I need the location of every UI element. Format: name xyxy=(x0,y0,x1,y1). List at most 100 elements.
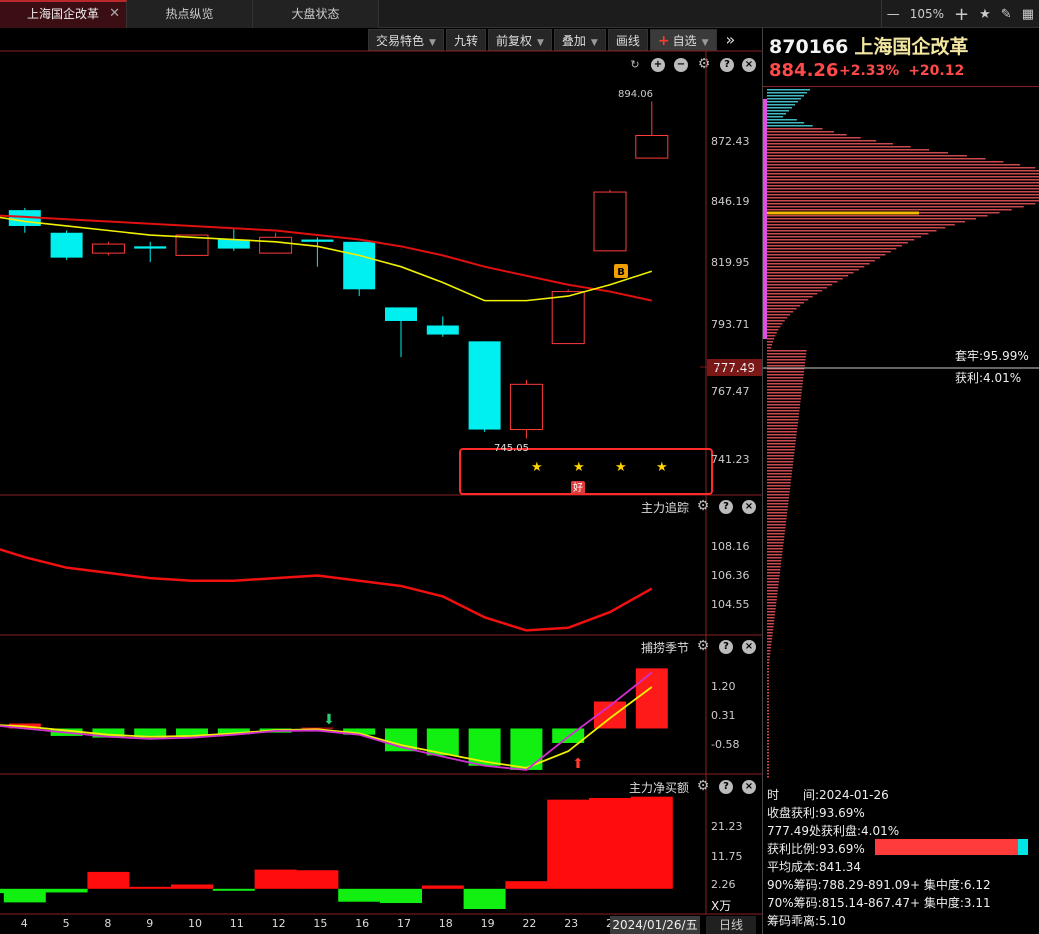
down-arrow-icon: ⬇ xyxy=(323,712,335,728)
candle-body xyxy=(343,241,376,290)
chip-bar xyxy=(767,617,775,619)
close-icon[interactable]: × xyxy=(742,500,756,514)
net-buy-bar xyxy=(505,881,548,889)
net-buy-bar xyxy=(380,888,422,904)
chip-bar xyxy=(767,326,781,328)
x-axis-label: 8 xyxy=(104,917,112,930)
chip-bar xyxy=(767,707,769,709)
x-axis-label: 19 xyxy=(480,917,495,930)
chip-bar xyxy=(767,449,795,451)
panel-axis-label: 11.75 xyxy=(711,850,743,863)
add-icon[interactable]: + xyxy=(954,4,969,25)
chip-bar xyxy=(767,128,823,130)
zoom-level: 105% xyxy=(909,7,945,21)
net-buy-bar xyxy=(254,869,297,889)
gear-icon[interactable]: ⚙ xyxy=(696,779,710,793)
chip-bar xyxy=(767,410,800,412)
profit-ratio-label: 获利:4.01% xyxy=(955,371,1022,385)
x-axis-label: 5 xyxy=(62,917,70,930)
chip-bar xyxy=(767,566,781,568)
chip-distribution-bars xyxy=(767,89,1039,778)
chip-bar xyxy=(767,758,769,760)
chip-bar xyxy=(767,374,804,376)
chip-bar xyxy=(767,719,769,721)
chip-bar xyxy=(767,734,769,736)
chip-range-marker xyxy=(763,99,767,339)
chip-bar xyxy=(767,206,1024,208)
close-icon[interactable]: ✕ xyxy=(109,2,120,26)
close-icon[interactable]: × xyxy=(742,640,756,654)
chip-bar xyxy=(767,161,1004,163)
chip-bar xyxy=(767,287,828,289)
close-icon[interactable]: × xyxy=(742,780,756,794)
chip-bar xyxy=(767,569,781,571)
stat-line: 时 间:2024-01-26 xyxy=(767,788,889,802)
chip-bar xyxy=(767,395,802,397)
chip-bar xyxy=(767,548,783,550)
net-buy-bar xyxy=(421,885,464,889)
chip-bar xyxy=(767,587,779,589)
star-icon: ★ xyxy=(615,460,627,475)
chip-bar xyxy=(767,593,778,595)
help-icon[interactable]: ? xyxy=(719,780,733,794)
chip-bar xyxy=(767,494,790,496)
chip-bar xyxy=(767,665,769,667)
chip-bar xyxy=(767,698,769,700)
chip-bar xyxy=(767,533,785,535)
chip-bar xyxy=(767,488,791,490)
chip-bar xyxy=(767,623,774,625)
chip-bar xyxy=(767,677,769,679)
chip-bar xyxy=(767,683,769,685)
chip-bar xyxy=(767,137,861,139)
chip-bar xyxy=(767,632,773,634)
chip-bar xyxy=(767,116,783,118)
chip-bar xyxy=(767,239,915,241)
chip-bar xyxy=(767,404,801,406)
gear-icon[interactable]: ⚙ xyxy=(696,499,710,513)
layout-icon[interactable]: ▦ xyxy=(1022,7,1034,22)
gear-icon[interactable]: ⚙ xyxy=(696,639,710,653)
chip-bar xyxy=(767,377,804,379)
chart-area[interactable]: 好 B ⬇ ⬆ 777.49 xyxy=(0,28,762,934)
unit-label: X万 xyxy=(711,899,732,913)
chip-bar xyxy=(767,590,778,592)
chip-bar xyxy=(767,743,769,745)
chip-bar xyxy=(767,386,803,388)
trapped-ratio: 套牢:95.99% xyxy=(955,349,1029,363)
period-selector[interactable]: 日线 xyxy=(706,916,756,934)
tab-shanghai-soe-reform[interactable]: 上海国企改革 ✕ xyxy=(0,0,127,28)
panel-title-main-force-tracking: 主力追踪 xyxy=(641,501,690,515)
chip-bar xyxy=(767,773,769,775)
chip-bar xyxy=(767,296,813,298)
x-axis-label: 11 xyxy=(229,917,244,930)
chip-bar xyxy=(767,320,785,322)
star-icon[interactable]: ★ xyxy=(979,7,991,22)
chip-bar xyxy=(767,263,870,265)
help-icon[interactable]: ? xyxy=(719,500,733,514)
profit-ratio-bar-fill xyxy=(875,839,1019,855)
help-icon[interactable]: ? xyxy=(719,640,733,654)
chip-bar xyxy=(767,509,788,511)
chip-bar xyxy=(767,599,777,601)
net-buy-bar xyxy=(296,870,339,889)
chip-bar xyxy=(767,452,795,454)
chip-bar xyxy=(767,98,801,100)
chip-bar xyxy=(767,380,804,382)
chip-bar xyxy=(767,233,929,235)
stock-code: 870166 xyxy=(769,36,849,58)
tab-market-status[interactable]: 大盘状态 xyxy=(253,0,379,28)
tab-hotspot-overview[interactable]: 热点纵览 xyxy=(127,0,253,28)
chip-bar xyxy=(767,113,786,115)
panel-axis-label: -0.58 xyxy=(711,738,740,751)
chip-bar xyxy=(767,563,782,565)
chip-bar xyxy=(767,713,769,715)
chip-bar xyxy=(767,560,782,562)
chip-bar xyxy=(767,311,794,313)
net-buy-bar xyxy=(547,799,590,889)
chip-bar xyxy=(767,635,773,637)
panel-axis-label: 1.20 xyxy=(711,680,736,693)
chip-bar xyxy=(767,608,776,610)
ma-short-line xyxy=(0,216,653,302)
minimize-icon[interactable]: — xyxy=(887,7,900,22)
edit-icon[interactable]: ✎ xyxy=(1001,7,1012,22)
